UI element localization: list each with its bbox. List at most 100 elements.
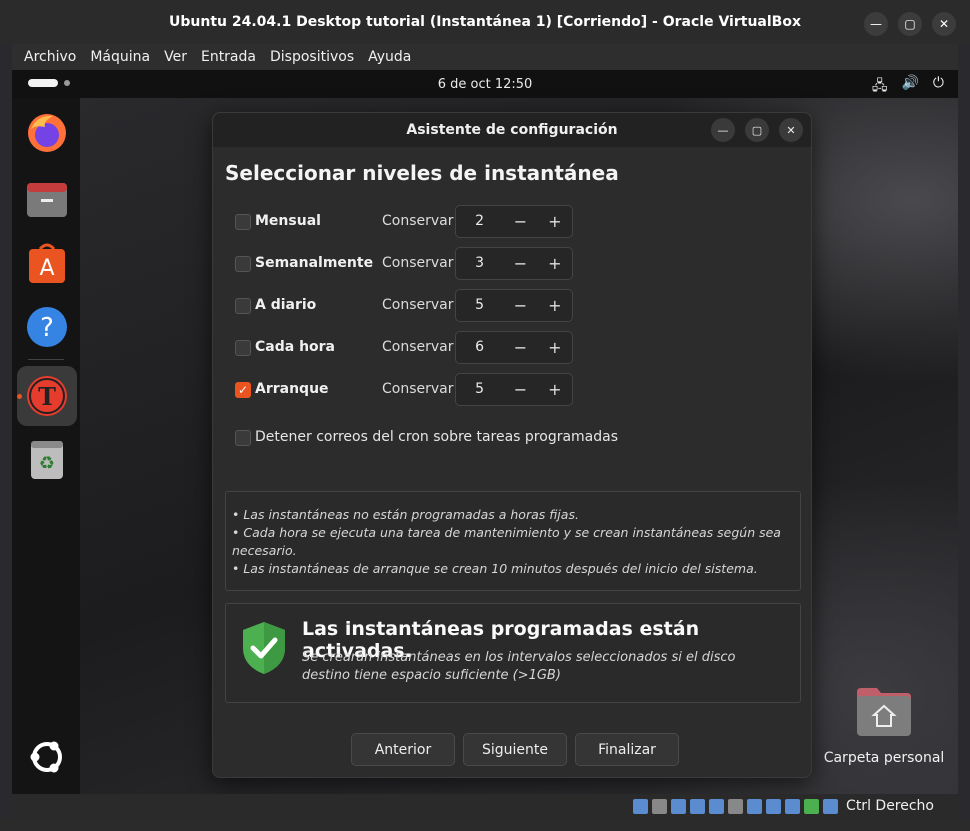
increment-button[interactable]: + (538, 206, 572, 237)
video-capture-icon[interactable] (766, 798, 782, 814)
decrement-button[interactable]: − (503, 206, 537, 237)
menu-maquina[interactable]: Máquina (90, 49, 150, 65)
mouse-integration-icon[interactable] (823, 798, 839, 814)
desktop-home-folder[interactable]: Carpeta personal (822, 686, 946, 766)
level-label: Mensual (255, 213, 321, 229)
usb-icon[interactable] (709, 798, 725, 814)
menu-ver[interactable]: Ver (164, 49, 187, 65)
level-label: Semanalmente (255, 255, 374, 271)
weekly-checkbox[interactable] (235, 256, 251, 272)
note-line: • Las instantáneas no están programadas … (232, 507, 579, 522)
shared-folders-icon[interactable] (728, 798, 744, 814)
trash-icon[interactable]: ♻ (24, 436, 70, 482)
increment-button[interactable]: + (538, 374, 572, 405)
volume-icon: 🔊 (901, 75, 919, 91)
count-value[interactable]: 5 (456, 290, 503, 321)
shield-check-icon (243, 622, 285, 674)
host-key-label: Ctrl Derecho (846, 798, 934, 814)
increment-button[interactable]: + (538, 332, 572, 363)
count-value[interactable]: 2 (456, 206, 503, 237)
dialog-window-controls: — ▢ ✕ (711, 118, 803, 142)
folder-home-icon (857, 688, 911, 736)
minimize-icon[interactable]: — (864, 12, 888, 36)
level-row-hourly: Cada hora Conservar 6 − + (235, 331, 575, 365)
count-value[interactable]: 3 (456, 248, 503, 279)
svg-text:T: T (38, 382, 56, 411)
help-icon[interactable]: ? (24, 304, 70, 350)
guest-additions-icon[interactable] (804, 798, 820, 814)
boot-count-stepper: 5 − + (455, 373, 573, 406)
maximize-icon[interactable]: ▢ (898, 12, 922, 36)
running-indicator (17, 394, 22, 399)
cron-label: Detener correos del cron sobre tareas pr… (255, 429, 619, 445)
finish-button[interactable]: Finalizar (575, 733, 679, 766)
svg-text:?: ? (40, 313, 54, 343)
firefox-icon[interactable] (24, 110, 70, 156)
decrement-button[interactable]: − (503, 332, 537, 363)
level-row-weekly: Semanalmente Conservar 3 − + (235, 247, 575, 281)
dialog-title: Asistente de configuración (406, 122, 618, 138)
desktop-folder-label: Carpeta personal (823, 750, 945, 766)
dock: A ? T ♻ (12, 98, 80, 794)
keep-label: Conservar (382, 297, 454, 313)
menu-dispositivos[interactable]: Dispositivos (270, 49, 354, 65)
increment-button[interactable]: + (538, 290, 572, 321)
dock-separator (28, 359, 64, 360)
close-icon[interactable]: ✕ (779, 118, 803, 142)
activities-indicator[interactable] (28, 79, 70, 87)
svg-text:A: A (39, 256, 54, 281)
next-button[interactable]: Siguiente (463, 733, 567, 766)
clock[interactable]: 6 de oct 12:50 (438, 77, 533, 92)
hourly-count-stepper: 6 − + (455, 331, 573, 364)
wizard-buttons: Anterior Siguiente Finalizar (351, 733, 679, 766)
host-menubar: Archivo Máquina Ver Entrada Dispositivos… (12, 44, 958, 70)
show-apps-icon[interactable] (24, 734, 70, 780)
decrement-button[interactable]: − (503, 374, 537, 405)
daily-checkbox[interactable] (235, 298, 251, 314)
menu-entrada[interactable]: Entrada (201, 49, 256, 65)
host-window-controls: — ▢ ✕ (864, 12, 956, 36)
close-icon[interactable]: ✕ (932, 12, 956, 36)
optical-drive-icon[interactable] (652, 798, 668, 814)
keep-label: Conservar (382, 381, 454, 397)
decrement-button[interactable]: − (503, 290, 537, 321)
page-title: Seleccionar niveles de instantánea (225, 161, 619, 185)
files-icon[interactable] (24, 176, 70, 222)
network-adapter-icon[interactable] (690, 798, 706, 814)
system-tray[interactable]: 🖧 🔊 ⏻ (872, 75, 944, 99)
workspace-active-indicator (28, 79, 58, 87)
keep-label: Conservar (382, 255, 454, 271)
display-icon[interactable] (747, 798, 763, 814)
previous-button[interactable]: Anterior (351, 733, 455, 766)
timeshift-icon[interactable]: T (24, 373, 70, 419)
hard-disk-icon[interactable] (633, 798, 649, 814)
audio-icon[interactable] (671, 798, 687, 814)
host-bottom-edge (0, 818, 970, 831)
count-value[interactable]: 6 (456, 332, 503, 363)
minimize-icon[interactable]: — (711, 118, 735, 142)
menu-archivo[interactable]: Archivo (24, 49, 76, 65)
level-row-boot: ✓ Arranque Conservar 5 − + (235, 373, 575, 407)
power-icon: ⏻ (932, 75, 944, 91)
cron-row: Detener correos del cron sobre tareas pr… (235, 427, 655, 449)
svg-text:♻: ♻ (39, 453, 55, 474)
decrement-button[interactable]: − (503, 248, 537, 279)
maximize-icon[interactable]: ▢ (745, 118, 769, 142)
monthly-checkbox[interactable] (235, 214, 251, 230)
level-row-daily: A diario Conservar 5 − + (235, 289, 575, 323)
level-row-monthly: Mensual Conservar 2 − + (235, 205, 575, 239)
dialog-header: Asistente de configuración — ▢ ✕ (213, 113, 811, 147)
cpu-icon[interactable] (785, 798, 801, 814)
stop-cron-emails-checkbox[interactable] (235, 430, 251, 446)
hourly-checkbox[interactable] (235, 340, 251, 356)
weekly-count-stepper: 3 − + (455, 247, 573, 280)
note-line: • Cada hora se ejecuta una tarea de mant… (232, 525, 781, 558)
gnome-topbar: 6 de oct 12:50 🖧 🔊 ⏻ (12, 70, 958, 98)
host-window-title: Ubuntu 24.04.1 Desktop tutorial (Instant… (169, 14, 801, 30)
level-label: A diario (255, 297, 317, 313)
boot-checkbox[interactable]: ✓ (235, 382, 251, 398)
app-center-icon[interactable]: A (24, 240, 70, 286)
count-value[interactable]: 5 (456, 374, 503, 405)
increment-button[interactable]: + (538, 248, 572, 279)
menu-ayuda[interactable]: Ayuda (368, 49, 411, 65)
